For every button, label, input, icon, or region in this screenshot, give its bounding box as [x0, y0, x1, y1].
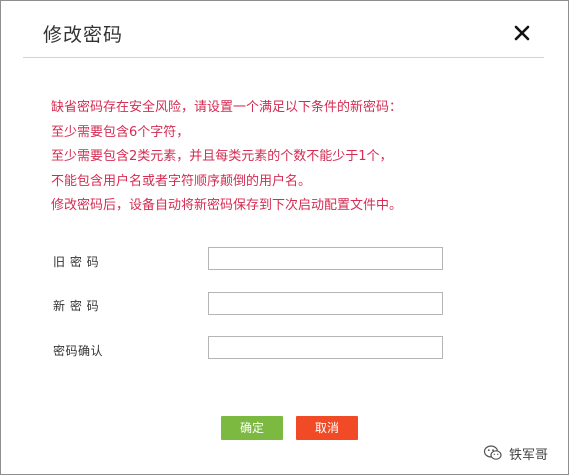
watermark-text: 铁军哥 [509, 447, 549, 463]
dialog-header: 修改密码 [1, 1, 568, 57]
old-password-label: 旧 密 码 [53, 255, 100, 269]
confirm-password-label: 密码确认 [53, 344, 104, 358]
notice-line: 缺省密码存在安全风险，请设置一个满足以下条件的新密码： [51, 100, 403, 115]
change-password-dialog: 修改密码 缺省密码存在安全风险，请设置一个满足以下条件的新密码： 至少需要包含6… [0, 0, 569, 475]
password-requirements-notice: 缺省密码存在安全风险，请设置一个满足以下条件的新密码： 至少需要包含6个字符， … [51, 96, 531, 219]
ok-button[interactable]: 确定 [221, 416, 283, 440]
new-password-label: 新 密 码 [53, 299, 100, 313]
confirm-password-input[interactable] [208, 336, 443, 359]
old-password-input[interactable] [208, 247, 443, 270]
notice-line: 不能包含用户名或者字符顺序颠倒的用户名。 [51, 173, 312, 189]
notice-line: 至少需要包含6个字符， [51, 124, 190, 140]
wechat-icon [483, 445, 502, 460]
close-icon[interactable] [511, 22, 533, 44]
notice-line: 至少需要包含2类元素，并且每类元素的个数不能少于1个， [51, 149, 393, 164]
cancel-button[interactable]: 取消 [296, 416, 358, 440]
notice-line: 修改密码后，设备自动将新密码保存到下次启动配置文件中。 [51, 198, 403, 213]
watermark: 铁军哥 [483, 442, 548, 464]
new-password-input[interactable] [208, 292, 443, 315]
dialog-title: 修改密码 [43, 24, 124, 46]
header-divider [23, 57, 544, 58]
